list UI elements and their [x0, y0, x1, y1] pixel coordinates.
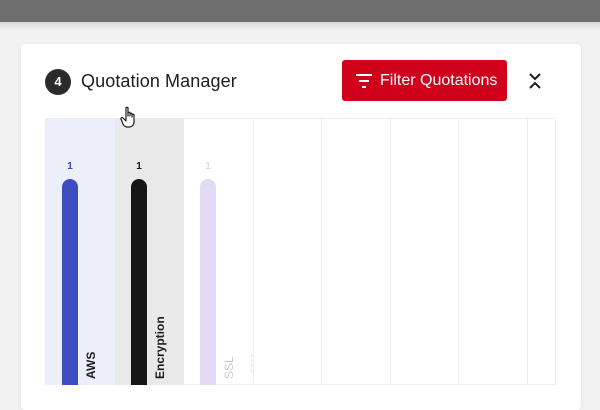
column-divider — [253, 119, 254, 385]
bar-value-label: 1 — [205, 161, 211, 172]
hand-pointer-icon — [119, 106, 141, 130]
quotation-chart: 1 AWS 1 Encryption 1 SSL — [45, 118, 556, 385]
bar-label-ssl: SSL — [222, 356, 236, 379]
collapse-button[interactable] — [524, 70, 546, 92]
bar-label-aws: AWS — [84, 351, 98, 379]
column-divider — [321, 119, 322, 385]
bar-aws[interactable] — [62, 179, 78, 385]
collapse-icon — [529, 73, 541, 89]
bar-value-label: 1 — [67, 161, 73, 172]
column-divider — [458, 119, 459, 385]
filter-icon — [356, 73, 372, 88]
bar-ssl[interactable] — [200, 179, 216, 385]
column-divider — [390, 119, 391, 385]
bar-value-label: 1 — [136, 161, 142, 172]
chart-column-encryption[interactable] — [115, 119, 184, 385]
browser-top-bar — [0, 0, 600, 22]
dashed-guide — [251, 354, 253, 372]
filter-quotations-button[interactable]: Filter Quotations — [342, 60, 507, 101]
column-divider — [527, 119, 528, 385]
filter-button-label: Filter Quotations — [380, 71, 498, 89]
step-number-badge: 4 — [45, 69, 71, 95]
bar-label-encryption: Encryption — [153, 316, 167, 379]
page-title: Quotation Manager — [81, 71, 237, 91]
bar-encryption[interactable] — [131, 179, 147, 385]
chart-column-aws[interactable] — [46, 119, 115, 385]
top-bar-shadow — [0, 22, 600, 30]
